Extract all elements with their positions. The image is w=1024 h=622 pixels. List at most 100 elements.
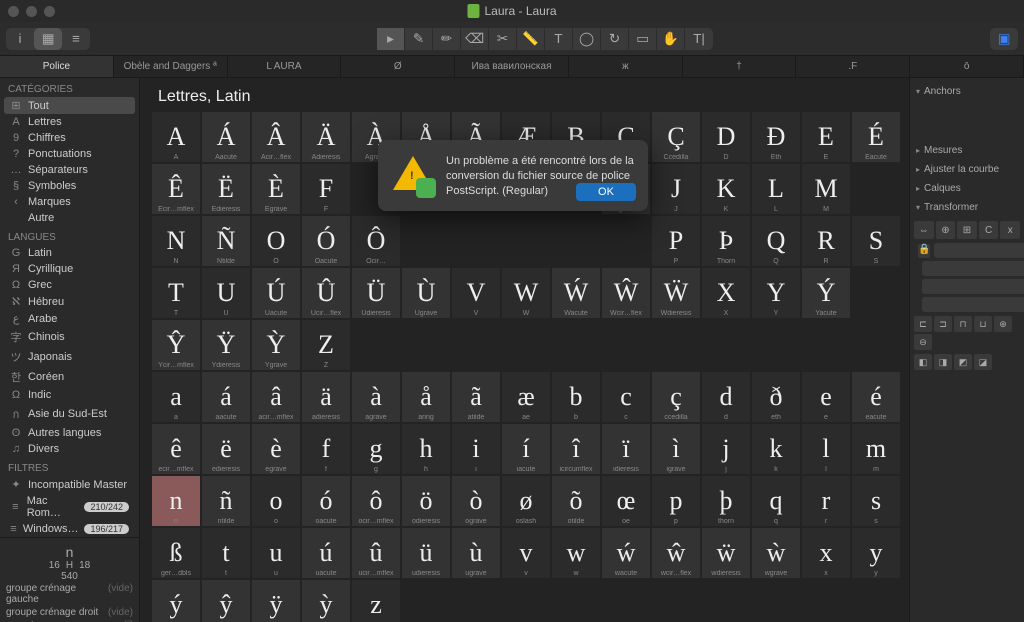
glyph-ugrave[interactable]: ùugrave <box>452 528 500 578</box>
alert-ok-button[interactable]: OK <box>576 183 636 201</box>
glyph-A[interactable]: AA <box>152 112 200 162</box>
glyph-K[interactable]: KK <box>702 164 750 214</box>
right-panel-toggle[interactable]: ▣ <box>990 28 1018 50</box>
glyph-adieresis[interactable]: äadieresis <box>302 372 350 422</box>
lang-latin[interactable]: GLatin <box>4 245 135 261</box>
hand-tool[interactable]: ✋ <box>657 28 685 50</box>
glyph-ydieresis[interactable]: ÿydieresis <box>252 580 300 622</box>
filter-windows-[interactable]: ≡Windows…196/217 <box>4 521 135 537</box>
insp-calques[interactable]: Calques <box>914 179 1020 198</box>
glyph-u[interactable]: uu <box>252 528 300 578</box>
op8[interactable]: ◨ <box>934 354 952 370</box>
glyph-ycir…flex[interactable]: ŷycir…flex <box>202 580 250 622</box>
category-ponctuations[interactable]: ?Ponctuations <box>4 146 135 162</box>
knife-tool[interactable]: ✂ <box>489 28 517 50</box>
slant-val[interactable] <box>922 297 1024 312</box>
glyph-p[interactable]: pp <box>652 476 700 526</box>
glyph-Ecir…mflex[interactable]: ÊEcir…mflex <box>152 164 200 214</box>
grid-view-button[interactable]: ▦ <box>34 28 62 50</box>
glyph-R[interactable]: RR <box>802 216 850 266</box>
glyph-m[interactable]: mm <box>852 424 900 474</box>
mirror-v[interactable]: ⊕ <box>936 221 956 239</box>
op4[interactable]: ⊔ <box>974 316 992 332</box>
scale-val-2[interactable] <box>922 261 1024 276</box>
glyph-ecir…mflex[interactable]: êecir…mflex <box>152 424 200 474</box>
tab-7[interactable]: .F <box>796 56 910 77</box>
glyph-Ucir…flex[interactable]: ÛUcir…flex <box>302 268 350 318</box>
glyph-w[interactable]: ww <box>552 528 600 578</box>
glyph-Uacute[interactable]: ÚUacute <box>252 268 300 318</box>
glyph-Z[interactable]: ZZ <box>302 320 350 370</box>
lang-chinois[interactable]: 字Chinois <box>4 327 135 347</box>
lang-indic[interactable]: ΩIndic <box>4 387 135 403</box>
glyph-ocir…mflex[interactable]: ôocir…mflex <box>352 476 400 526</box>
category-marques[interactable]: ‹Marques <box>4 194 135 210</box>
insp-transformer[interactable]: Transformer <box>914 198 1020 217</box>
glyph-s[interactable]: ss <box>852 476 900 526</box>
insp-mesures[interactable]: Mesures <box>914 141 1020 160</box>
glyph-ccedilla[interactable]: çccedilla <box>652 372 700 422</box>
glyph-j[interactable]: jj <box>702 424 750 474</box>
op3[interactable]: ⊓ <box>954 316 972 332</box>
glyph-eacute[interactable]: éeacute <box>852 372 900 422</box>
glyph-udieresis[interactable]: üudieresis <box>402 528 450 578</box>
glyph-ae[interactable]: æae <box>502 372 550 422</box>
lang-hébreu[interactable]: ℵHébreu <box>4 293 135 310</box>
glyph-v[interactable]: vv <box>502 528 550 578</box>
glyph-Wdieresis[interactable]: ẄWdieresis <box>652 268 700 318</box>
lang-asie-du-sud-est[interactable]: กAsie du Sud-Est <box>4 403 135 425</box>
glyph-oe[interactable]: œoe <box>602 476 650 526</box>
tab-3[interactable]: Ø <box>341 56 455 77</box>
glyph-acir…mflex[interactable]: âacir…mflex <box>252 372 300 422</box>
glyph-F[interactable]: FF <box>302 164 350 214</box>
category-chiffres[interactable]: 9Chiffres <box>4 130 135 146</box>
glyph-Ugrave[interactable]: ÙUgrave <box>402 268 450 318</box>
op2[interactable]: ⊐ <box>934 316 952 332</box>
op5[interactable]: ⊕ <box>994 316 1012 332</box>
glyph-b[interactable]: bb <box>552 372 600 422</box>
bbox-tool[interactable]: ▭ <box>629 28 657 50</box>
info-view-button[interactable]: i <box>6 28 34 50</box>
glyph-idieresis[interactable]: ïidieresis <box>602 424 650 474</box>
glyph-W[interactable]: WW <box>502 268 550 318</box>
baseline-tool[interactable]: T| <box>685 28 713 50</box>
mirror-h[interactable]: ⇔ <box>914 221 934 239</box>
glyph-atilde[interactable]: ãatilde <box>452 372 500 422</box>
glyph-q[interactable]: qq <box>752 476 800 526</box>
glyph-Adieresis[interactable]: ÄAdieresis <box>302 112 350 162</box>
glyph-agrave[interactable]: àagrave <box>352 372 400 422</box>
glyph-ucir…mflex[interactable]: ûucir…mflex <box>352 528 400 578</box>
glyph-U[interactable]: UU <box>202 268 250 318</box>
glyph-O[interactable]: OO <box>252 216 300 266</box>
glyph-d[interactable]: dd <box>702 372 750 422</box>
glyph-Ygrave[interactable]: ỲYgrave <box>252 320 300 370</box>
glyph-a[interactable]: aa <box>152 372 200 422</box>
pen-tool[interactable]: ✎ <box>405 28 433 50</box>
glyph-Eacute[interactable]: ÉEacute <box>852 112 900 162</box>
lang-arabe[interactable]: عArabe <box>4 310 135 327</box>
close-dot[interactable] <box>8 6 19 17</box>
glyph-wdieresis[interactable]: ẅwdieresis <box>702 528 750 578</box>
list-view-button[interactable]: ≡ <box>62 28 90 50</box>
glyph-Ccedilla[interactable]: ÇCcedilla <box>652 112 700 162</box>
insp-ajuster[interactable]: Ajuster la courbe <box>914 160 1020 179</box>
erase-tool[interactable]: ⌫ <box>461 28 489 50</box>
glyph-edieresis[interactable]: ëedieresis <box>202 424 250 474</box>
glyph-X[interactable]: XX <box>702 268 750 318</box>
scale-val-1[interactable] <box>934 243 1024 258</box>
glyph-wgrave[interactable]: ẁwgrave <box>752 528 800 578</box>
text-tool[interactable]: T <box>545 28 573 50</box>
glyph-l[interactable]: ll <box>802 424 850 474</box>
glyph-h[interactable]: hh <box>402 424 450 474</box>
scale-x[interactable]: x <box>1000 221 1020 239</box>
glyph-P[interactable]: PP <box>652 216 700 266</box>
glyph-oslash[interactable]: øoslash <box>502 476 550 526</box>
category-séparateurs[interactable]: …Séparateurs <box>4 162 135 178</box>
glyph-Q[interactable]: QQ <box>752 216 800 266</box>
glyph-t[interactable]: tt <box>202 528 250 578</box>
tab-6[interactable]: † <box>683 56 797 77</box>
op6[interactable]: ⊖ <box>914 334 932 350</box>
glyph-S[interactable]: SS <box>852 216 900 266</box>
glyph-Y[interactable]: YY <box>752 268 800 318</box>
rotate-val[interactable] <box>922 279 1024 294</box>
